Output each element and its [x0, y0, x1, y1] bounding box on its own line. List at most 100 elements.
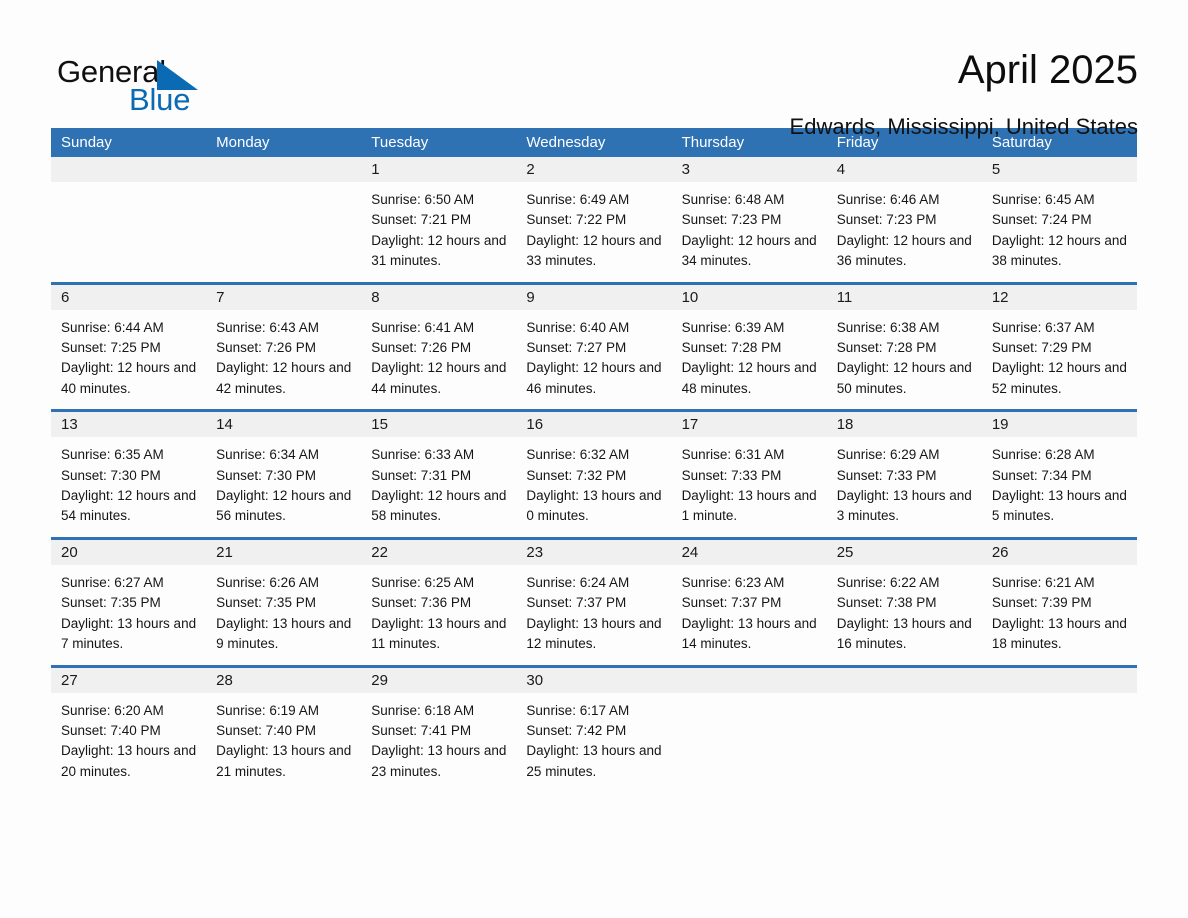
daylight-text: Daylight: 13 hours and 18 minutes.	[991, 615, 1127, 652]
day-cell[interactable]: 2 Sunrise: 6:49 AM Sunset: 7:22 PM Daylight…	[516, 157, 672, 272]
daylight-text: Daylight: 13 hours and 16 minutes.	[836, 615, 972, 652]
day-cell[interactable]: 8 Sunrise: 6:41 AM Sunset: 7:26 PM Daylight…	[361, 284, 517, 400]
day-number: 21	[206, 539, 362, 565]
day-cell[interactable]: 13 Sunrise: 6:35 AM Sunset: 7:30 PM Dayligh…	[51, 412, 207, 527]
sunset-text: Sunset: 7:23 PM	[681, 212, 782, 228]
day-cell[interactable]: 23 Sunrise: 6:24 AM Sunset: 7:37 PM Dayligh…	[516, 539, 672, 655]
daylight-text: Daylight: 12 hours and 33 minutes.	[526, 232, 662, 269]
general-blue-logo: General Blue	[57, 44, 202, 117]
sunset-text: Sunset: 7:42 PM	[526, 722, 627, 738]
day-cell[interactable]: 11 Sunrise: 6:38 AM Sunset: 7:28 PM Dayligh…	[826, 284, 982, 400]
day-cell[interactable]: 1 Sunrise: 6:50 AM Sunset: 7:21 PM Daylight…	[361, 157, 517, 272]
weekday-header-thursday: Thursday	[681, 134, 745, 151]
daylight-text: Daylight: 12 hours and 44 minutes.	[371, 360, 507, 396]
daylight-text: Daylight: 13 hours and 9 minutes.	[216, 615, 352, 652]
day-number: 5	[981, 157, 1137, 182]
daylight-text: Daylight: 13 hours and 11 minutes.	[371, 615, 507, 652]
day-number: 26	[981, 539, 1137, 565]
calendar-table: Sunday Monday Tuesday Wednesday Thursday Frid…	[51, 128, 1137, 783]
sunset-text: Sunset: 7:32 PM	[526, 467, 627, 483]
day-cell[interactable]: 9 Sunrise: 6:40 AM Sunset: 7:27 PM Daylight…	[516, 284, 672, 400]
day-number: 30	[516, 667, 672, 693]
day-cell[interactable]: 21 Sunrise: 6:26 AM Sunset: 7:35 PM Dayligh…	[206, 539, 362, 655]
sunrise-text: Sunrise: 6:28 AM	[991, 447, 1095, 463]
day-cell[interactable]: 30 Sunrise: 6:17 AM Sunset: 7:42 PM Dayligh…	[516, 667, 672, 783]
sunrise-text: Sunrise: 6:24 AM	[526, 574, 630, 590]
weekday-header-saturday: Saturday	[991, 134, 1052, 151]
day-details: Sunrise: 6:34 AM Sunset: 7:30 PM Daylight:…	[206, 437, 361, 527]
sunrise-text: Sunrise: 6:18 AM	[371, 702, 475, 718]
day-cell[interactable]: 27 Sunrise: 6:20 AM Sunset: 7:40 PM Dayligh…	[51, 667, 207, 783]
sunset-text: Sunset: 7:25 PM	[61, 340, 161, 356]
day-details: Sunrise: 6:21 AM Sunset: 7:39 PM Daylight:…	[982, 565, 1137, 655]
sunset-text: Sunset: 7:24 PM	[991, 212, 1092, 228]
calendar-week-row: 13 Sunrise: 6:35 AM Sunset: 7:30 PM Dayligh…	[51, 409, 1137, 527]
day-details: Sunrise: 6:23 AM Sunset: 7:37 PM Daylight:…	[672, 565, 827, 655]
sunset-text: Sunset: 7:22 PM	[526, 212, 627, 228]
daylight-text: Daylight: 13 hours and 25 minutes.	[526, 743, 662, 779]
day-details: Sunrise: 6:45 AM Sunset: 7:24 PM Daylight:…	[982, 182, 1137, 272]
day-number	[206, 157, 362, 182]
day-cell[interactable]: 12 Sunrise: 6:37 AM Sunset: 7:29 PM Dayligh…	[981, 284, 1137, 400]
day-number: 24	[671, 539, 827, 565]
day-cell[interactable]: 16 Sunrise: 6:32 AM Sunset: 7:32 PM Dayligh…	[516, 412, 672, 527]
sunrise-text: Sunrise: 6:25 AM	[371, 574, 475, 590]
day-cell[interactable]: 24 Sunrise: 6:23 AM Sunset: 7:37 PM Dayligh…	[671, 539, 827, 655]
calendar-weeks: 1 Sunrise: 6:50 AM Sunset: 7:21 PM Daylight…	[51, 157, 1137, 783]
day-cell[interactable]: 4 Sunrise: 6:46 AM Sunset: 7:23 PM Daylight…	[826, 157, 982, 272]
sunrise-text: Sunrise: 6:43 AM	[216, 319, 319, 335]
day-cell[interactable]: 5 Sunrise: 6:45 AM Sunset: 7:24 PM Daylight…	[981, 157, 1137, 272]
day-number: 23	[516, 539, 672, 565]
daylight-text: Daylight: 12 hours and 46 minutes.	[526, 360, 662, 396]
sunrise-text: Sunrise: 6:46 AM	[836, 192, 940, 207]
sunrise-text: Sunrise: 6:27 AM	[61, 574, 164, 590]
sunrise-text: Sunrise: 6:31 AM	[681, 447, 785, 463]
weekday-header-friday: Friday	[836, 134, 879, 151]
day-number: 18	[826, 412, 982, 438]
daylight-text: Daylight: 13 hours and 0 minutes.	[526, 488, 662, 524]
day-number: 27	[51, 667, 207, 693]
day-cell[interactable]: 22 Sunrise: 6:25 AM Sunset: 7:36 PM Dayligh…	[361, 539, 517, 655]
daylight-text: Daylight: 12 hours and 52 minutes.	[991, 360, 1127, 396]
sunset-text: Sunset: 7:40 PM	[61, 722, 161, 738]
sunrise-text: Sunrise: 6:39 AM	[681, 319, 785, 335]
sunrise-text: Sunrise: 6:20 AM	[61, 702, 164, 718]
day-details: Sunrise: 6:27 AM Sunset: 7:35 PM Daylight:…	[51, 565, 206, 655]
day-cell[interactable]: 3 Sunrise: 6:48 AM Sunset: 7:23 PM Daylight…	[671, 157, 827, 272]
day-number: 22	[361, 539, 517, 565]
day-number: 15	[361, 412, 517, 438]
day-details: Sunrise: 6:24 AM Sunset: 7:37 PM Daylight:…	[516, 565, 671, 655]
day-cell[interactable]: 20 Sunrise: 6:27 AM Sunset: 7:35 PM Dayligh…	[51, 539, 207, 655]
sunrise-text: Sunrise: 6:38 AM	[836, 319, 940, 335]
sunrise-text: Sunrise: 6:32 AM	[526, 447, 630, 463]
sunrise-text: Sunrise: 6:34 AM	[216, 447, 319, 463]
day-cell[interactable]: 25 Sunrise: 6:22 AM Sunset: 7:38 PM Dayligh…	[826, 539, 982, 655]
day-details: Sunrise: 6:50 AM Sunset: 7:21 PM Daylight:…	[361, 182, 516, 272]
daylight-text: Daylight: 12 hours and 54 minutes.	[61, 488, 197, 524]
day-cell[interactable]: 26 Sunrise: 6:21 AM Sunset: 7:39 PM Dayligh…	[981, 539, 1137, 655]
day-cell[interactable]: 7 Sunrise: 6:43 AM Sunset: 7:26 PM Daylight…	[206, 284, 362, 400]
day-cell[interactable]: 28 Sunrise: 6:19 AM Sunset: 7:40 PM Dayligh…	[206, 667, 362, 783]
sunrise-text: Sunrise: 6:29 AM	[836, 447, 940, 463]
day-cell[interactable]: 14 Sunrise: 6:34 AM Sunset: 7:30 PM Dayligh…	[206, 412, 362, 527]
sunset-text: Sunset: 7:36 PM	[371, 595, 472, 611]
day-cell[interactable]: 19 Sunrise: 6:28 AM Sunset: 7:34 PM Dayligh…	[981, 412, 1137, 527]
day-number	[981, 667, 1137, 693]
day-cell[interactable]: 29 Sunrise: 6:18 AM Sunset: 7:41 PM Dayligh…	[361, 667, 517, 783]
sunrise-text: Sunrise: 6:22 AM	[836, 574, 940, 590]
day-cell[interactable]: 17 Sunrise: 6:31 AM Sunset: 7:33 PM Dayligh…	[671, 412, 827, 527]
day-number: 6	[51, 284, 207, 310]
day-cell[interactable]: 6 Sunrise: 6:44 AM Sunset: 7:25 PM Daylight…	[51, 284, 207, 400]
daylight-text: Daylight: 13 hours and 20 minutes.	[61, 743, 197, 779]
day-number	[826, 667, 982, 693]
day-cell[interactable]: 18 Sunrise: 6:29 AM Sunset: 7:33 PM Dayligh…	[826, 412, 982, 527]
day-details: Sunrise: 6:49 AM Sunset: 7:22 PM Daylight:…	[516, 182, 671, 272]
day-number: 29	[361, 667, 517, 693]
calendar-week-row: 20 Sunrise: 6:27 AM Sunset: 7:35 PM Dayligh…	[51, 536, 1137, 655]
logo-text-blue: Blue	[129, 82, 191, 117]
sunset-text: Sunset: 7:37 PM	[526, 595, 627, 611]
day-cell[interactable]: 10 Sunrise: 6:39 AM Sunset: 7:28 PM Dayligh…	[671, 284, 827, 400]
sunset-text: Sunset: 7:37 PM	[681, 595, 782, 611]
day-number: 8	[361, 284, 517, 310]
day-cell[interactable]: 15 Sunrise: 6:33 AM Sunset: 7:31 PM Dayligh…	[361, 412, 517, 527]
